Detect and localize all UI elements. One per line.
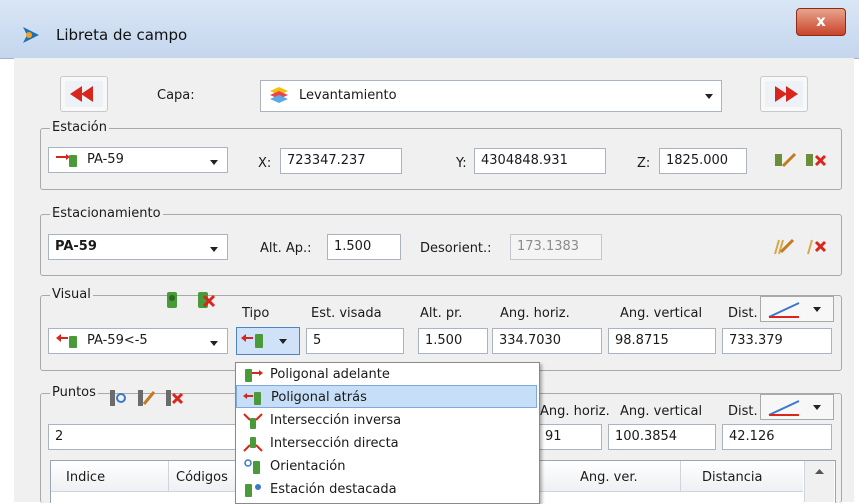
vertical-scrollbar[interactable] <box>804 461 834 502</box>
dist-header: Dist. <box>728 306 758 321</box>
menu-item-label: Estación destacada <box>270 482 397 497</box>
menu-item-label: Intersección inversa <box>270 413 402 428</box>
menu-item-interseccion-directa[interactable]: Intersección directa <box>236 432 537 455</box>
delete-station-icon[interactable] <box>804 150 830 170</box>
chevron-down-icon <box>210 247 218 252</box>
fast-forward-icon <box>765 81 803 107</box>
search-point-icon[interactable] <box>106 388 128 408</box>
station-icon <box>54 151 80 169</box>
col-codigos[interactable]: Códigos <box>176 470 228 485</box>
capa-select[interactable]: Levantamiento <box>260 80 722 112</box>
alt-pr-header: Alt. pr. <box>420 306 463 321</box>
visual-legend: Visual <box>50 287 93 302</box>
window-title: Libreta de campo <box>56 26 188 44</box>
edit-station-icon[interactable] <box>773 150 799 170</box>
col-indice[interactable]: Indice <box>66 470 105 485</box>
backward-traverse-icon <box>242 389 264 407</box>
menu-item-poligonal-atras[interactable]: Poligonal atrás <box>236 385 537 408</box>
alt-pr-field[interactable]: 1.500 <box>418 328 488 354</box>
menu-item-orientacion[interactable]: Orientación <box>236 455 537 478</box>
estacionamiento-value: PA-59 <box>55 239 97 254</box>
delete-point-icon[interactable] <box>162 388 184 408</box>
scroll-up-icon <box>815 469 824 474</box>
app-icon <box>20 24 42 46</box>
previous-button[interactable] <box>60 76 108 112</box>
orientation-icon <box>242 458 264 476</box>
ang-horiz-field[interactable]: 334.7030 <box>492 328 602 354</box>
alt-ap-label: Alt. Ap.: <box>260 241 312 256</box>
desorient-field: 173.1383 <box>510 234 602 260</box>
tipo-header: Tipo <box>242 306 270 321</box>
y-label: Y: <box>456 156 467 171</box>
estacion-legend: Estación <box>50 120 110 135</box>
x-label: X: <box>258 156 272 171</box>
delete-visual-icon[interactable] <box>194 290 216 310</box>
dist-field[interactable]: 733.379 <box>722 328 832 354</box>
measure-icon <box>768 400 821 416</box>
chevron-down-icon <box>705 94 713 99</box>
delete-orientation-icon[interactable] <box>804 236 830 256</box>
chevron-down-icon <box>210 160 218 165</box>
menu-item-interseccion-inversa[interactable]: Intersección inversa <box>236 409 537 432</box>
ang-vertical-header: Ang. vertical <box>620 306 703 321</box>
edit-orientation-icon[interactable] <box>771 236 797 256</box>
chevron-down-icon <box>210 341 218 346</box>
menu-item-poligonal-adelante[interactable]: Poligonal adelante <box>236 363 537 386</box>
edit-point-icon[interactable] <box>134 388 156 408</box>
layers-icon <box>268 86 290 104</box>
ang-horiz-header: Ang. horiz. <box>500 306 570 321</box>
station-back-icon <box>54 332 80 350</box>
tipo-menu: Poligonal adelante Poligonal atrás Inter… <box>235 362 540 504</box>
est-visada-header: Est. visada <box>311 306 382 321</box>
menu-item-label: Orientación <box>270 459 346 474</box>
menu-item-label: Poligonal atrás <box>271 390 367 405</box>
menu-item-label: Poligonal adelante <box>270 367 390 382</box>
puntos-dist-mode-button[interactable] <box>760 394 834 420</box>
puntos-ang-horiz-header: Ang. horiz. <box>540 404 610 419</box>
z-field[interactable]: 1825.000 <box>659 148 747 174</box>
y-field[interactable]: 4304848.931 <box>474 148 606 174</box>
tipo-dropdown[interactable] <box>236 327 300 355</box>
puntos-dist-field[interactable]: 42.126 <box>722 424 832 450</box>
forward-traverse-icon <box>242 366 264 384</box>
puntos-ang-horiz-text: Ang. horiz. <box>540 404 610 419</box>
col-distancia[interactable]: Distancia <box>702 470 762 485</box>
estacionamiento-legend: Estacionamiento <box>50 206 163 221</box>
puntos-ang-vertical-header: Ang. vertical <box>620 404 703 419</box>
menu-item-estacion-destacada[interactable]: Estación destacada <box>236 478 537 501</box>
puntos-legend: Puntos <box>50 385 98 400</box>
estacionamiento-select[interactable]: PA-59 <box>48 234 228 260</box>
column-divider <box>168 461 169 491</box>
tipo-icon <box>241 334 287 348</box>
dist-mode-button[interactable] <box>760 296 834 322</box>
column-divider <box>680 461 681 491</box>
desorient-label: Desorient.: <box>420 241 492 256</box>
direct-intersection-icon <box>242 435 264 453</box>
next-button[interactable] <box>760 76 808 112</box>
capa-label: Capa: <box>157 88 195 103</box>
ang-vertical-field[interactable]: 98.8715 <box>608 328 716 354</box>
est-visada-field[interactable]: 5 <box>306 328 404 354</box>
inverse-intersection-icon <box>242 412 264 430</box>
add-visual-icon[interactable] <box>161 290 183 310</box>
puntos-ang-vertical-field[interactable]: 100.3854 <box>608 424 716 450</box>
alt-ap-field[interactable]: 1.500 <box>327 234 401 260</box>
x-field[interactable]: 723347.237 <box>280 148 402 174</box>
estacion-value: PA-59 <box>87 152 124 167</box>
puntos-dist-header: Dist. <box>728 404 758 419</box>
col-ang-ver[interactable]: Ang. ver. <box>580 470 638 485</box>
featured-station-icon <box>242 481 264 499</box>
capa-value: Levantamiento <box>299 88 397 103</box>
z-label: Z: <box>637 156 651 171</box>
rewind-icon <box>65 81 103 107</box>
menu-item-label: Intersección directa <box>270 436 399 451</box>
punto-field[interactable]: 2 <box>48 424 238 450</box>
close-button[interactable]: x <box>796 8 846 36</box>
measure-icon <box>768 302 821 318</box>
visual-value: PA-59<-5 <box>87 333 148 348</box>
